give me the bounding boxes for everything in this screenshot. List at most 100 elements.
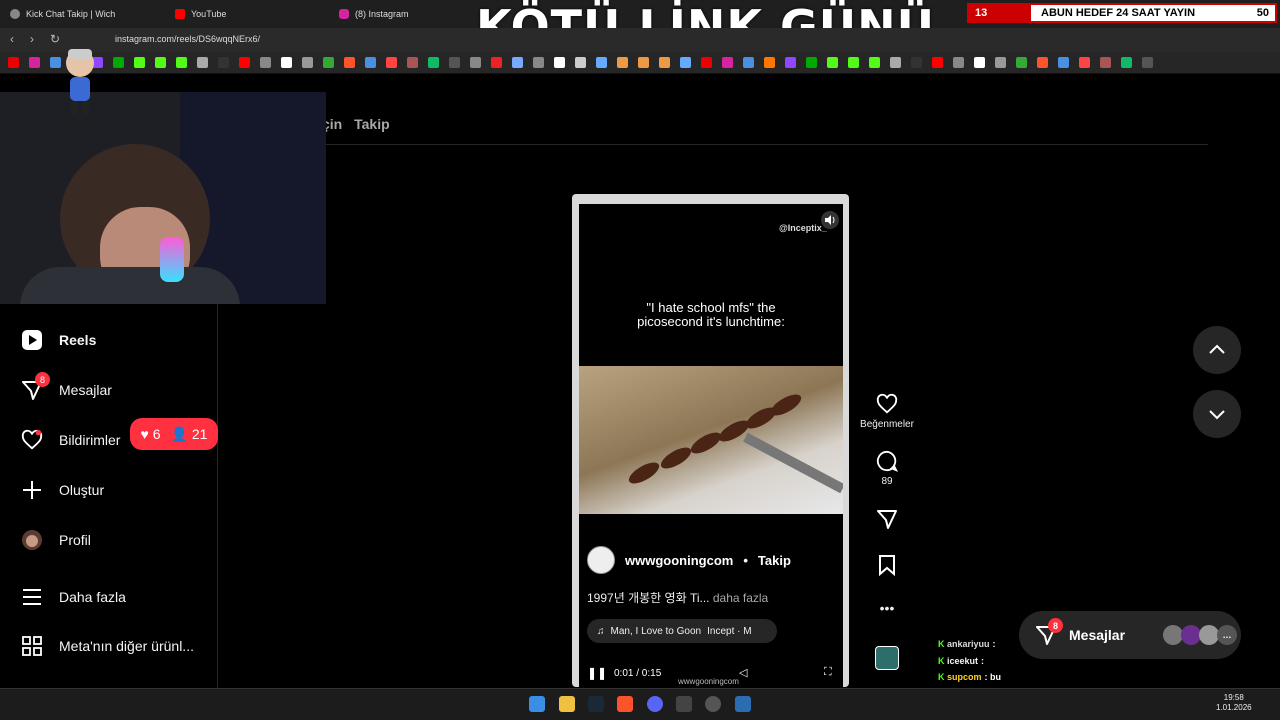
reel-video[interactable]: @Inceptix_ "I hate school mfs" the picos… bbox=[579, 204, 843, 687]
chat-username[interactable]: iceekut bbox=[947, 656, 978, 666]
notification-pill[interactable]: ♥ 6 👤 21 bbox=[130, 418, 218, 450]
sidebar-item-create[interactable]: Oluştur bbox=[20, 478, 104, 502]
discord-icon[interactable] bbox=[647, 696, 663, 712]
brave-icon[interactable] bbox=[617, 696, 633, 712]
obs-icon[interactable] bbox=[705, 696, 721, 712]
audio-thumbnail[interactable] bbox=[875, 646, 899, 670]
next-reel-button[interactable] bbox=[1193, 390, 1241, 438]
browser-tab[interactable]: YouTube bbox=[175, 4, 226, 24]
bookmark-icon[interactable] bbox=[491, 57, 502, 68]
bookmark-icon[interactable] bbox=[197, 57, 208, 68]
bookmark-icon[interactable] bbox=[932, 57, 943, 68]
author-avatar[interactable] bbox=[587, 546, 615, 574]
bookmark-icon[interactable] bbox=[953, 57, 964, 68]
bookmark-icon[interactable] bbox=[302, 57, 313, 68]
sidebar-item-notifications[interactable]: Bildirimler bbox=[20, 428, 120, 452]
bookmark-icon[interactable] bbox=[428, 57, 439, 68]
bookmark-icon[interactable] bbox=[638, 57, 649, 68]
sidebar-item-messages[interactable]: 8 Mesajlar bbox=[20, 372, 112, 402]
bookmark-icon[interactable] bbox=[701, 57, 712, 68]
bookmark-icon[interactable] bbox=[29, 57, 40, 68]
bookmark-icon[interactable] bbox=[995, 57, 1006, 68]
bookmark-icon[interactable] bbox=[827, 57, 838, 68]
bookmark-icon[interactable] bbox=[617, 57, 628, 68]
bookmark-icon[interactable] bbox=[554, 57, 565, 68]
bookmark-icon[interactable] bbox=[764, 57, 775, 68]
chat-username[interactable]: ankariyuu bbox=[947, 639, 990, 649]
comment-action[interactable]: 89 bbox=[857, 450, 917, 487]
bookmark-icon[interactable] bbox=[1058, 57, 1069, 68]
bookmark-icon[interactable] bbox=[1100, 57, 1111, 68]
bookmark-icon[interactable] bbox=[785, 57, 796, 68]
bookmark-icon[interactable] bbox=[596, 57, 607, 68]
bookmark-icon[interactable] bbox=[911, 57, 922, 68]
bookmark-icon[interactable] bbox=[877, 554, 897, 576]
pause-icon[interactable]: ❚❚ bbox=[587, 666, 607, 680]
bookmark-icon[interactable] bbox=[218, 57, 229, 68]
bookmark-icon[interactable] bbox=[134, 57, 145, 68]
app-icon[interactable] bbox=[676, 696, 692, 712]
bookmark-icon[interactable] bbox=[113, 57, 124, 68]
bookmark-icon[interactable] bbox=[680, 57, 691, 68]
bookmark-icon[interactable] bbox=[512, 57, 523, 68]
sidebar-item-more[interactable]: Daha fazla bbox=[20, 585, 126, 609]
sidebar-item-reels[interactable]: Reels bbox=[20, 328, 96, 352]
follow-button[interactable]: Takip bbox=[758, 553, 791, 568]
like-action[interactable]: Beğenmeler bbox=[857, 393, 917, 430]
more-link[interactable]: daha fazla bbox=[713, 591, 768, 605]
bookmark-icon[interactable] bbox=[155, 57, 166, 68]
bookmark-icon[interactable] bbox=[260, 57, 271, 68]
bookmark-icon[interactable] bbox=[449, 57, 460, 68]
bookmark-icon[interactable] bbox=[743, 57, 754, 68]
back-icon[interactable]: ‹ bbox=[10, 32, 14, 46]
bookmark-icon[interactable] bbox=[974, 57, 985, 68]
share-icon[interactable] bbox=[876, 508, 898, 530]
windows-start-icon[interactable] bbox=[529, 696, 545, 712]
bookmark-icon[interactable] bbox=[323, 57, 334, 68]
bookmark-icon[interactable] bbox=[659, 57, 670, 68]
save-action[interactable] bbox=[857, 554, 917, 576]
bookmark-icon[interactable] bbox=[533, 57, 544, 68]
bookmark-icon[interactable] bbox=[1037, 57, 1048, 68]
browser-tab[interactable]: (8) Instagram bbox=[339, 4, 409, 24]
system-clock[interactable]: 19:58 1.01.2026 bbox=[1216, 693, 1252, 713]
audio-pill[interactable]: ♫ Man, I Love to Goon Incept · M bbox=[587, 619, 777, 643]
bookmark-icon[interactable] bbox=[890, 57, 901, 68]
heart-icon[interactable] bbox=[876, 393, 898, 415]
chat-username[interactable]: supcom bbox=[947, 672, 982, 682]
bookmark-icon[interactable] bbox=[1016, 57, 1027, 68]
bookmark-icon[interactable] bbox=[575, 57, 586, 68]
bookmark-icon[interactable] bbox=[344, 57, 355, 68]
bookmark-icon[interactable] bbox=[848, 57, 859, 68]
bookmark-icon[interactable] bbox=[407, 57, 418, 68]
reload-icon[interactable]: ↻ bbox=[50, 32, 60, 46]
browser-tab[interactable]: Kick Chat Takip | Wich bbox=[10, 4, 115, 24]
bookmark-icon[interactable] bbox=[239, 57, 250, 68]
forward-icon[interactable]: › bbox=[30, 32, 34, 46]
url-field[interactable]: instagram.com/reels/DS6wqqNErx6/ bbox=[115, 34, 260, 44]
bookmark-icon[interactable] bbox=[8, 57, 19, 68]
previous-reel-button[interactable] bbox=[1193, 326, 1241, 374]
share-action[interactable] bbox=[857, 508, 917, 530]
bookmark-icon[interactable] bbox=[806, 57, 817, 68]
steam-icon[interactable] bbox=[588, 696, 604, 712]
volume-icon[interactable]: ◁ bbox=[739, 666, 747, 679]
sidebar-item-meta[interactable]: Meta'nın diğer ürünl... bbox=[20, 634, 194, 658]
app-icon[interactable] bbox=[735, 696, 751, 712]
bookmark-icon[interactable] bbox=[386, 57, 397, 68]
bookmark-icon[interactable] bbox=[869, 57, 880, 68]
fullscreen-icon[interactable]: ⛶ bbox=[824, 666, 832, 679]
author-name[interactable]: wwwgooningcom bbox=[625, 553, 733, 568]
comment-icon[interactable] bbox=[876, 450, 898, 472]
more-options-icon[interactable]: ••• bbox=[857, 600, 917, 616]
file-explorer-icon[interactable] bbox=[559, 696, 575, 712]
bookmark-icon[interactable] bbox=[1079, 57, 1090, 68]
bookmark-icon[interactable] bbox=[365, 57, 376, 68]
bookmark-icon[interactable] bbox=[176, 57, 187, 68]
bookmark-icon[interactable] bbox=[281, 57, 292, 68]
bookmark-icon[interactable] bbox=[1121, 57, 1132, 68]
bookmark-icon[interactable] bbox=[1142, 57, 1153, 68]
tab-following[interactable]: Takip bbox=[354, 116, 390, 132]
bookmark-icon[interactable] bbox=[470, 57, 481, 68]
sidebar-item-profile[interactable]: Profil bbox=[20, 528, 91, 552]
